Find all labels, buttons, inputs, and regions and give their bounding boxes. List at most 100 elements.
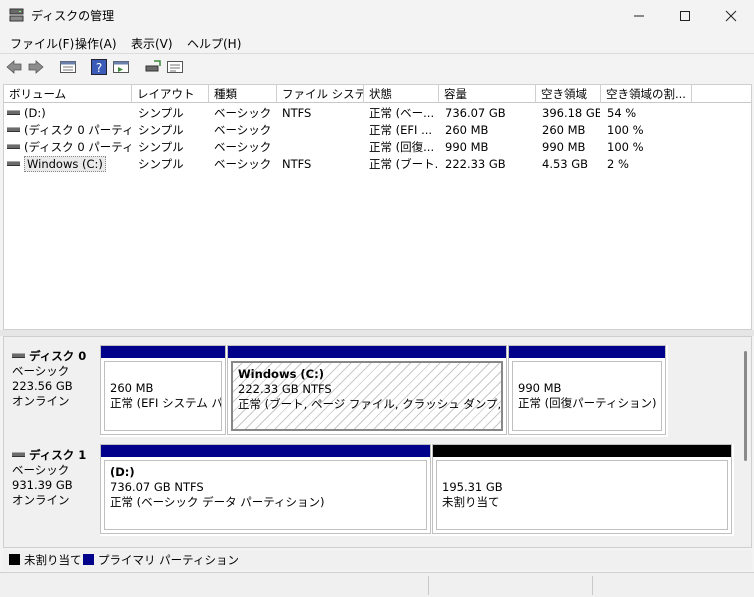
partition-bar xyxy=(433,445,731,457)
volume-status: 正常 (EFI ... xyxy=(369,123,433,137)
volume-capacity: 222.33 GB xyxy=(445,157,506,171)
column-layout[interactable]: レイアウト xyxy=(132,85,209,103)
volume-fs xyxy=(282,139,362,156)
disk-map-scrollbar[interactable] xyxy=(744,351,747,461)
partition-size: 990 MB xyxy=(518,381,562,395)
menu-file[interactable]: ファイル(F) xyxy=(10,35,74,52)
help-icon[interactable]: ? xyxy=(90,58,108,76)
volume-row-selected[interactable]: Windows (C:) シンプル ベーシック NTFS 正常 (ブート... … xyxy=(4,156,751,173)
volume-type: ベーシック xyxy=(214,106,272,120)
disk-1-label[interactable]: ディスク 1 ベーシック 931.39 GB オンライン xyxy=(4,444,100,536)
volume-name: (ディスク 0 パーティシ... xyxy=(24,140,131,154)
show-hide-pane-icon[interactable] xyxy=(112,58,130,76)
legend: 未割り当て プライマリ パーティション xyxy=(3,550,752,570)
volume-free: 396.18 GB xyxy=(542,106,600,120)
svg-text:?: ? xyxy=(96,61,102,75)
volume-row[interactable]: (ディスク 0 パーティシ... シンプル ベーシック 正常 (EFI ... … xyxy=(4,122,751,139)
partition-recovery[interactable]: 990 MB 正常 (回復パーティション) xyxy=(508,345,666,435)
column-file-system[interactable]: ファイル システム xyxy=(277,85,364,103)
rescan-disks-icon[interactable] xyxy=(144,58,162,76)
column-capacity[interactable]: 容量 xyxy=(439,85,536,103)
partition-unallocated[interactable]: 195.31 GB 未割り当て xyxy=(432,444,732,534)
partition-name: Windows (C:) xyxy=(238,367,324,381)
status-bar xyxy=(0,572,754,597)
close-icon xyxy=(725,10,737,21)
minimize-icon xyxy=(634,15,644,16)
partition-name xyxy=(442,465,722,480)
minimize-button[interactable] xyxy=(616,0,662,31)
title-bar: ディスクの管理 xyxy=(0,0,754,31)
volume-name-cell: (ディスク 0 パーティシ... xyxy=(7,122,131,139)
partition-d[interactable]: (D:) 736.07 GB NTFS 正常 (ベーシック データ パーティショ… xyxy=(100,444,431,534)
menu-help[interactable]: ヘルプ(H) xyxy=(187,35,241,52)
maximize-button[interactable] xyxy=(662,0,708,31)
partition-bar xyxy=(228,346,506,358)
legend-swatch-unallocated xyxy=(9,554,20,565)
volume-percent-free: 100 % xyxy=(607,140,644,154)
volume-type: ベーシック xyxy=(214,157,272,171)
disk-type: ベーシック xyxy=(12,364,70,378)
partition-bar xyxy=(509,346,665,358)
volume-free: 260 MB xyxy=(542,123,586,137)
properties-panel-icon[interactable] xyxy=(59,58,77,76)
volume-type: ベーシック xyxy=(214,123,272,137)
disk-drive-icon xyxy=(7,110,20,115)
legend-label-unallocated: 未割り当て xyxy=(24,553,82,567)
column-status[interactable]: 状態 xyxy=(364,85,439,103)
volume-row[interactable]: (ディスク 0 パーティシ... シンプル ベーシック 正常 (回復... 99… xyxy=(4,139,751,156)
partition-windows-c[interactable]: Windows (C:) 222.33 GB NTFS 正常 (ブート, ページ… xyxy=(227,345,507,435)
disk-size: 931.39 GB xyxy=(12,478,73,492)
maximize-icon xyxy=(680,10,690,21)
partition-size: 222.33 GB NTFS xyxy=(238,382,332,396)
list-view-icon[interactable] xyxy=(166,58,184,76)
partition-status: 正常 (ブート, ページ ファイル, クラッシュ ダンプ, ベーシック データ … xyxy=(238,397,502,411)
column-percent-free[interactable]: 空き領域の割... xyxy=(601,85,692,103)
partition-body: (D:) 736.07 GB NTFS 正常 (ベーシック データ パーティショ… xyxy=(104,460,427,530)
partition-bar xyxy=(101,346,225,358)
partition-size: 195.31 GB xyxy=(442,480,503,494)
volume-fs: NTFS xyxy=(282,157,312,171)
volume-row[interactable]: (D:) シンプル ベーシック NTFS 正常 (ベー... 736.07 GB… xyxy=(4,105,751,122)
menu-bar: ファイル(F) 操作(A) 表示(V) ヘルプ(H) xyxy=(0,31,754,53)
disk-1-partitions: (D:) 736.07 GB NTFS 正常 (ベーシック データ パーティショ… xyxy=(100,444,734,536)
partition-status: 正常 (ベーシック データ パーティション) xyxy=(110,495,325,509)
back-arrow-icon[interactable] xyxy=(5,58,23,76)
volume-layout: シンプル xyxy=(138,123,184,137)
volume-capacity: 736.07 GB xyxy=(445,106,506,120)
menu-action[interactable]: 操作(A) xyxy=(75,35,117,52)
column-volume[interactable]: ボリューム xyxy=(4,85,132,103)
volume-layout: シンプル xyxy=(138,157,184,171)
disk-map: ディスク 0 ベーシック 223.56 GB オンライン 260 MB 正常 (… xyxy=(3,336,752,548)
legend-swatch-primary xyxy=(83,554,94,565)
volume-name-cell: Windows (C:) xyxy=(7,156,131,173)
partition-status: 正常 (EFI システム パーティション) xyxy=(110,396,222,410)
column-free-space[interactable]: 空き領域 xyxy=(536,85,601,103)
disk-title: ディスク 1 xyxy=(29,448,87,462)
forward-arrow-icon[interactable] xyxy=(27,58,45,76)
disk-0-label[interactable]: ディスク 0 ベーシック 223.56 GB オンライン xyxy=(4,345,100,437)
volume-status: 正常 (ベー... xyxy=(369,106,435,120)
partition-name: (D:) xyxy=(110,465,135,479)
column-type[interactable]: 種類 xyxy=(209,85,277,103)
close-button[interactable] xyxy=(708,0,754,31)
partition-name xyxy=(518,366,656,381)
partition-body-selected: Windows (C:) 222.33 GB NTFS 正常 (ブート, ページ… xyxy=(231,361,503,431)
volume-type: ベーシック xyxy=(214,140,272,154)
disk-state: オンライン xyxy=(12,394,70,408)
disk-size: 223.56 GB xyxy=(12,379,73,393)
volume-list-header: ボリューム レイアウト 種類 ファイル システム 状態 容量 空き領域 空き領域… xyxy=(4,85,751,103)
partition-efi[interactable]: 260 MB 正常 (EFI システム パーティション) xyxy=(100,345,226,435)
volume-name: (ディスク 0 パーティシ... xyxy=(24,123,131,137)
volume-name-cell: (D:) xyxy=(7,105,131,122)
volume-list[interactable]: ボリューム レイアウト 種類 ファイル システム 状態 容量 空き領域 空き領域… xyxy=(3,84,752,330)
volume-status: 正常 (回復... xyxy=(369,140,435,154)
volume-layout: シンプル xyxy=(138,106,184,120)
volume-free: 4.53 GB xyxy=(542,157,589,171)
partition-size: 260 MB xyxy=(110,381,154,395)
disk-drive-icon xyxy=(12,452,25,457)
disk-drive-icon xyxy=(7,144,20,149)
volume-free: 990 MB xyxy=(542,140,586,154)
menu-view[interactable]: 表示(V) xyxy=(131,35,173,52)
window-title: ディスクの管理 xyxy=(31,9,115,23)
disk-state: オンライン xyxy=(12,493,70,507)
